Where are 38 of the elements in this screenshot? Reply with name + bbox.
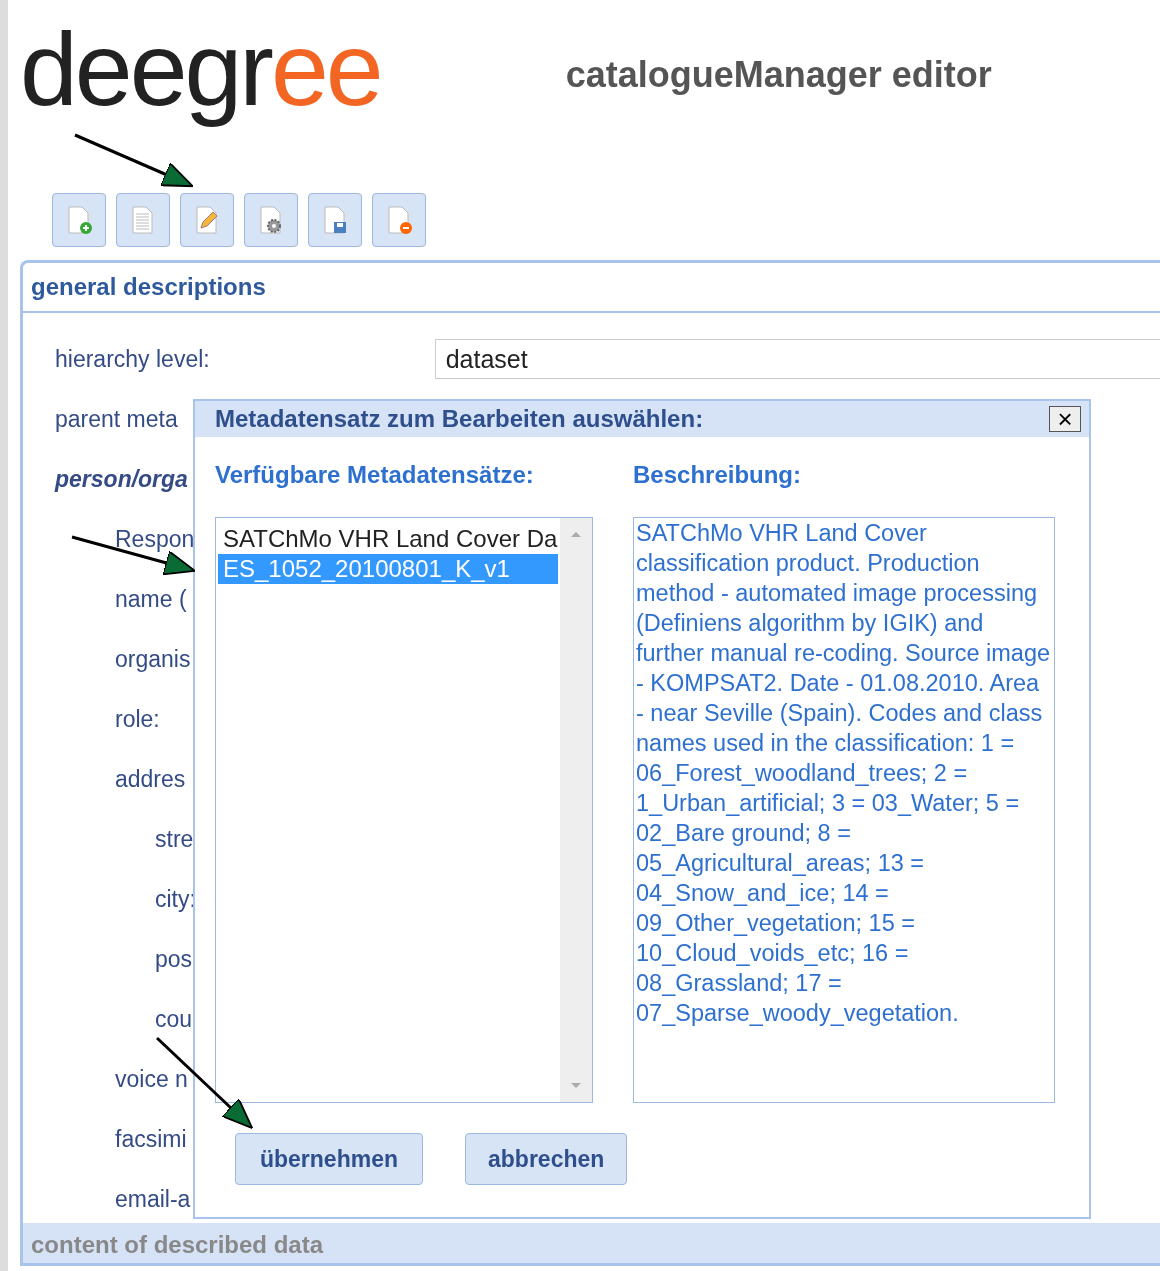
input-field[interactable]: dataset [434,339,1160,379]
document-button[interactable] [116,193,170,247]
save-button[interactable] [308,193,362,247]
field-label: addres [115,765,186,793]
field-label: pos [155,945,193,973]
apply-button[interactable]: übernehmen [235,1133,423,1185]
cancel-button[interactable]: abbrechen [465,1133,628,1185]
section-title: content of described data [23,1223,1160,1263]
list-heading: Verfügbare Metadatensätze: [215,461,535,489]
field-label: organis [115,645,191,673]
field-label: Respon [115,525,195,553]
up-arrow-icon [570,530,582,538]
description-text: SATChMo VHR Land Cover classification product. Production method - automated image processing (Definiens algorithm by IGIK) and further manual re-coding. Source image - KOMPSAT2. Date - 01.08.2010. Area - near Seville (Spain). Codes and class names used in the classification: 1 = 06_Forest_woodland_trees; 2 = 1_Urban_artificial; 3 = 03_Water; 5 = 02_Bare ground; 8 = 05_Agricultural_areas; 13 = 04_Snow_and_ice; 14 = 09_Other_vegetation; 15 = 10_Cloud_voids_etc; 16 = 08_Grassland; 17 = 07_Sparse_woody_vegetation. [635,519,1052,1028]
field-label: city: [155,885,196,913]
list-item[interactable]: SATChMo VHR Land Cover Da [218,524,558,554]
app-title: catalogueManager editor [565,54,992,96]
description-heading: Beschreibung: [633,461,803,489]
delete-button[interactable] [372,193,426,247]
field-label: cou [155,1005,193,1033]
field-label: parent meta [55,405,178,433]
field-label: email-a [115,1185,191,1213]
group-label: person/orga [55,465,188,493]
down-arrow-icon [570,1082,582,1090]
field-label: name ( [115,585,187,613]
field-label: voice n [115,1065,188,1093]
field-label: role: [115,705,160,733]
new-document-button[interactable] [52,193,106,247]
settings-button[interactable] [244,193,298,247]
list-box[interactable]: SATChMo VHR Land Cover Da ES_1052_20100801_K_v1 [215,517,593,1103]
close-button[interactable]: × [1049,406,1081,432]
dialog-title: Metadatensatz zum Bearbeiten auswählen: [215,405,704,433]
deegree-logo: deegree [20,10,381,130]
field-label: hierarchy level: [55,345,210,373]
field-label: stre [155,825,194,853]
section-title: general descriptions [23,263,1160,313]
edit-button[interactable] [180,193,234,247]
field-label: facsimi [115,1125,187,1153]
scrollbar[interactable] [560,518,592,1102]
